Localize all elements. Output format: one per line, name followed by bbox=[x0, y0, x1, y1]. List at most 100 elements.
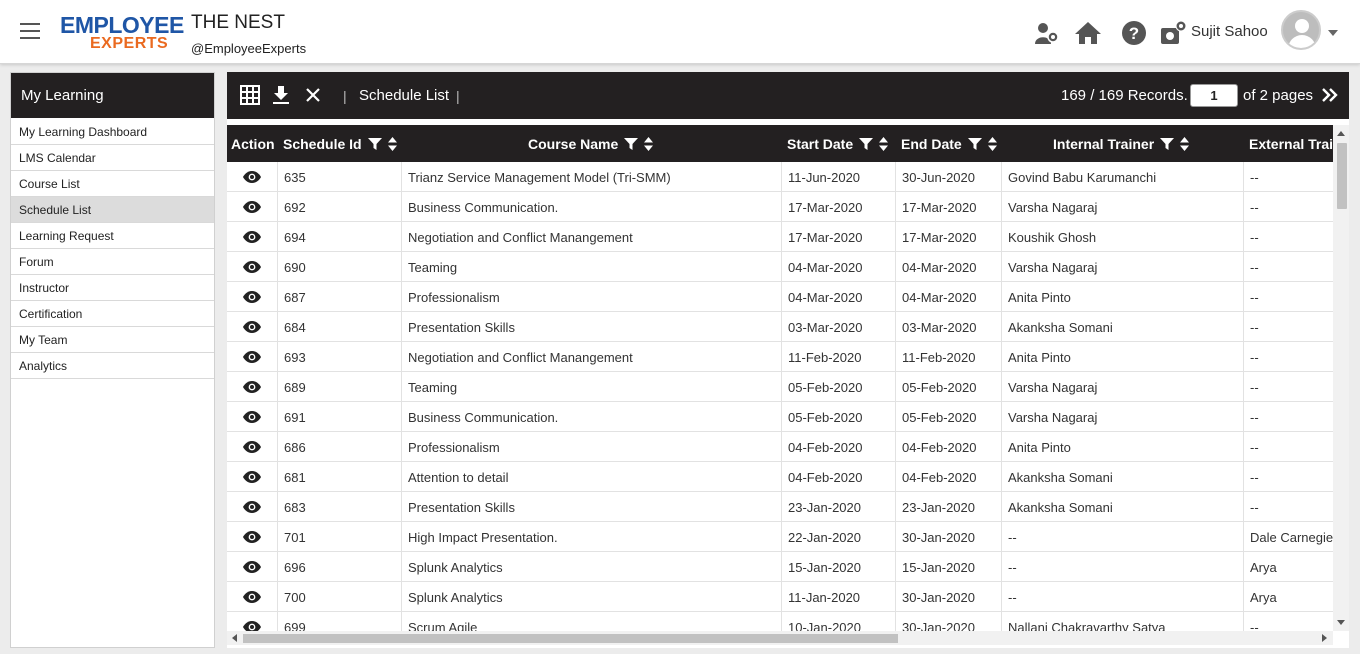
column-header-internal-trainer[interactable]: Internal Trainer bbox=[1053, 125, 1190, 162]
cell-start-date: 10-Jan-2020 bbox=[782, 612, 896, 631]
pages-count: of 2 pages bbox=[1243, 87, 1314, 104]
cell-internal-trainer: Anita Pinto bbox=[1002, 432, 1244, 462]
filter-icon[interactable] bbox=[967, 137, 982, 151]
toolbar: | Schedule List | 169 / 169 Records. of … bbox=[227, 72, 1349, 119]
horizontal-scrollbar[interactable] bbox=[227, 631, 1333, 645]
table-row[interactable]: 694 Negotiation and Conflict Manangement 1… bbox=[227, 222, 1333, 252]
eye-icon[interactable] bbox=[227, 462, 278, 492]
scroll-left-icon[interactable] bbox=[232, 634, 237, 642]
table-row[interactable]: 687 Professionalism 04-Mar-2020 04-Mar-2020… bbox=[227, 282, 1333, 312]
sidebar-item[interactable]: Forum bbox=[11, 249, 214, 275]
sort-icon[interactable] bbox=[879, 136, 889, 151]
scroll-down-icon[interactable] bbox=[1337, 620, 1345, 625]
eye-icon[interactable] bbox=[227, 192, 278, 222]
eye-icon[interactable] bbox=[227, 402, 278, 432]
table-row[interactable]: 699 Scrum Agile 10-Jan-2020 30-Jan-2020 Nall… bbox=[227, 612, 1333, 631]
scroll-up-icon[interactable] bbox=[1337, 131, 1345, 136]
sort-icon[interactable] bbox=[987, 136, 997, 151]
cell-end-date: 11-Feb-2020 bbox=[896, 342, 1002, 372]
home-icon[interactable] bbox=[1074, 19, 1102, 47]
cell-end-date: 30-Jan-2020 bbox=[896, 612, 1002, 631]
eye-icon[interactable] bbox=[227, 522, 278, 552]
sidebar-item[interactable]: Instructor bbox=[11, 275, 214, 301]
table-row[interactable]: 696 Splunk Analytics 15-Jan-2020 15-Jan-202… bbox=[227, 552, 1333, 582]
column-header-schedule-id[interactable]: Schedule Id bbox=[283, 125, 397, 162]
sidebar-item[interactable]: LMS Calendar bbox=[11, 145, 214, 171]
filter-icon[interactable] bbox=[859, 137, 874, 151]
table-row[interactable]: 693 Negotiation and Conflict Manangement 1… bbox=[227, 342, 1333, 372]
cell-end-date: 17-Mar-2020 bbox=[896, 192, 1002, 222]
cell-internal-trainer: Akanksha Somani bbox=[1002, 312, 1244, 342]
eye-icon[interactable] bbox=[227, 162, 278, 192]
cell-internal-trainer: -- bbox=[1002, 552, 1244, 582]
cell-course-name: Business Communication. bbox=[402, 402, 782, 432]
user-name[interactable]: Sujit Sahoo bbox=[1191, 23, 1268, 40]
scroll-right-icon[interactable] bbox=[1322, 634, 1327, 642]
vertical-scrollbar[interactable] bbox=[1333, 125, 1349, 631]
company-logo[interactable]: EMPLOYEE EXPERTS bbox=[60, 12, 184, 54]
hamburger-icon[interactable] bbox=[20, 23, 40, 39]
download-icon[interactable] bbox=[270, 84, 292, 106]
page-number-input[interactable] bbox=[1190, 84, 1238, 107]
cell-end-date: 30-Jan-2020 bbox=[896, 522, 1002, 552]
table-row[interactable]: 681 Attention to detail 04-Feb-2020 04-Feb-… bbox=[227, 462, 1333, 492]
scroll-thumb[interactable] bbox=[1337, 143, 1347, 209]
table-row[interactable]: 635 Trianz Service Management Model (Tri-… bbox=[227, 162, 1333, 192]
eye-icon[interactable] bbox=[227, 222, 278, 252]
table-row[interactable]: 701 High Impact Presentation. 22-Jan-2020 3… bbox=[227, 522, 1333, 552]
table-row[interactable]: 700 Splunk Analytics 11-Jan-2020 30-Jan-202… bbox=[227, 582, 1333, 612]
eye-icon[interactable] bbox=[227, 342, 278, 372]
sidebar-item[interactable]: My Team bbox=[11, 327, 214, 353]
filter-icon[interactable] bbox=[1160, 137, 1175, 151]
eye-icon[interactable] bbox=[227, 252, 278, 282]
eye-icon[interactable] bbox=[227, 492, 278, 522]
column-header-course-name[interactable]: Course Name bbox=[528, 125, 654, 162]
eye-icon[interactable] bbox=[227, 312, 278, 342]
team-settings-icon[interactable] bbox=[1033, 19, 1061, 47]
avatar[interactable] bbox=[1281, 10, 1321, 50]
sidebar-item[interactable]: My Learning Dashboard bbox=[11, 119, 214, 145]
sidebar-item[interactable]: Course List bbox=[11, 171, 214, 197]
cell-end-date: 23-Jan-2020 bbox=[896, 492, 1002, 522]
column-header-end-date[interactable]: End Date bbox=[901, 125, 997, 162]
eye-icon[interactable] bbox=[227, 582, 278, 612]
cell-external-trainer: -- bbox=[1244, 342, 1333, 372]
filter-icon[interactable] bbox=[367, 137, 382, 151]
scroll-thumb[interactable] bbox=[243, 634, 898, 643]
eye-icon[interactable] bbox=[227, 552, 278, 582]
double-chevron-right-icon[interactable] bbox=[1321, 85, 1339, 105]
cell-start-date: 04-Mar-2020 bbox=[782, 252, 896, 282]
sort-icon[interactable] bbox=[644, 136, 654, 151]
cell-internal-trainer: Anita Pinto bbox=[1002, 342, 1244, 372]
sidebar-item[interactable]: Certification bbox=[11, 301, 214, 327]
cell-internal-trainer: Varsha Nagaraj bbox=[1002, 252, 1244, 282]
table-row[interactable]: 686 Professionalism 04-Feb-2020 04-Feb-2020… bbox=[227, 432, 1333, 462]
table-row[interactable]: 683 Presentation Skills 23-Jan-2020 23-Jan-… bbox=[227, 492, 1333, 522]
table-row[interactable]: 684 Presentation Skills 03-Mar-2020 03-Mar-… bbox=[227, 312, 1333, 342]
sidebar-item[interactable]: Analytics bbox=[11, 353, 214, 379]
table-row[interactable]: 692 Business Communication. 17-Mar-2020 17-… bbox=[227, 192, 1333, 222]
eye-icon[interactable] bbox=[227, 612, 278, 631]
sidebar-item[interactable]: Schedule List bbox=[11, 197, 214, 223]
eye-icon[interactable] bbox=[227, 372, 278, 402]
table-row[interactable]: 689 Teaming 05-Feb-2020 05-Feb-2020 Varsha N… bbox=[227, 372, 1333, 402]
cell-start-date: 04-Feb-2020 bbox=[782, 432, 896, 462]
column-header-start-date[interactable]: Start Date bbox=[787, 125, 889, 162]
cell-internal-trainer: Varsha Nagaraj bbox=[1002, 192, 1244, 222]
logo-text-bottom: EXPERTS bbox=[90, 35, 169, 52]
chevron-down-icon[interactable] bbox=[1328, 30, 1338, 36]
sort-icon[interactable] bbox=[387, 136, 397, 151]
sort-icon[interactable] bbox=[1180, 136, 1190, 151]
admin-settings-icon[interactable] bbox=[1159, 19, 1187, 47]
eye-icon[interactable] bbox=[227, 282, 278, 312]
cell-schedule-id: 687 bbox=[278, 282, 402, 312]
sidebar-item[interactable]: Learning Request bbox=[11, 223, 214, 249]
column-header-external-trainer[interactable]: External Trainer bbox=[1249, 125, 1333, 162]
filter-icon[interactable] bbox=[624, 137, 639, 151]
close-icon[interactable] bbox=[302, 84, 324, 106]
grid-view-icon[interactable] bbox=[239, 84, 261, 106]
eye-icon[interactable] bbox=[227, 432, 278, 462]
help-icon[interactable]: ? bbox=[1120, 19, 1148, 47]
table-row[interactable]: 690 Teaming 04-Mar-2020 04-Mar-2020 Varsha N… bbox=[227, 252, 1333, 282]
table-row[interactable]: 691 Business Communication. 05-Feb-2020 05-… bbox=[227, 402, 1333, 432]
